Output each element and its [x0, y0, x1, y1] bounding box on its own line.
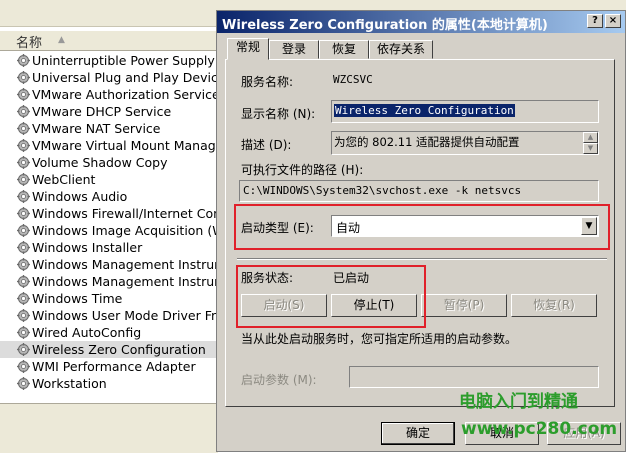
list-item[interactable]: Windows Installer [0, 239, 218, 256]
service-gear-icon [17, 156, 30, 169]
exec-path-label: 可执行文件的路径 (H): [241, 163, 364, 177]
watermark-url: www.pc280.com [461, 419, 618, 439]
list-item[interactable]: VMware Authorization Service [0, 86, 218, 103]
description-label: 描述 (D): [241, 138, 292, 152]
close-button[interactable]: × [605, 14, 621, 28]
startup-type-highlight [234, 204, 610, 250]
service-name: Windows Audio [32, 189, 128, 204]
start-params-label: 启动参数 (M): [241, 373, 317, 387]
list-item[interactable]: Wireless Zero Configuration [0, 341, 218, 358]
watermark-title: 电脑入门到精通 [459, 392, 578, 412]
service-name: Windows Time [32, 291, 123, 306]
service-name: Workstation [32, 376, 107, 391]
service-name: VMware NAT Service [32, 121, 161, 136]
service-gear-icon [17, 122, 30, 135]
service-name: Windows Management Instrumentation [32, 274, 218, 289]
list-item[interactable]: Windows Management Instrumentation [0, 273, 218, 290]
tab-general[interactable]: 常规 [227, 38, 269, 60]
service-gear-icon [17, 292, 30, 305]
list-bottom-area [0, 403, 218, 453]
service-gear-icon [17, 326, 30, 339]
sort-ascending-icon: ▲ [58, 35, 65, 45]
service-name: Volume Shadow Copy [32, 155, 168, 170]
service-gear-icon [17, 88, 30, 101]
service-gear-icon [17, 241, 30, 254]
start-params-input[interactable] [349, 366, 599, 388]
display-name-label: 显示名称 (N): [241, 107, 316, 121]
exec-path-field: C:\WINDOWS\System32\svchost.exe -k netsv… [239, 180, 599, 202]
list-item[interactable]: Windows Audio [0, 188, 218, 205]
list-item[interactable]: Uninterruptible Power Supply [0, 52, 218, 69]
list-item[interactable]: VMware NAT Service [0, 120, 218, 137]
list-item[interactable]: Windows Firewall/Internet Connection [0, 205, 218, 222]
list-item[interactable]: VMware DHCP Service [0, 103, 218, 120]
service-gear-icon [17, 275, 30, 288]
service-gear-icon [17, 190, 30, 203]
list-item[interactable]: Wired AutoConfig [0, 324, 218, 341]
service-gear-icon [17, 309, 30, 322]
list-item[interactable]: Volume Shadow Copy [0, 154, 218, 171]
service-name: Windows Installer [32, 240, 143, 255]
resume-button[interactable]: 恢复(R) [511, 294, 597, 317]
list-item[interactable]: Windows Management Instrumentation [0, 256, 218, 273]
tab-dependencies[interactable]: 依存关系 [369, 40, 433, 59]
pause-button[interactable]: 暂停(P) [421, 294, 507, 317]
ok-button[interactable]: 确定 [381, 422, 455, 445]
list-item[interactable]: Windows User Mode Driver Framework [0, 307, 218, 324]
service-name: Windows User Mode Driver Framework [32, 308, 218, 323]
list-item[interactable]: WebClient [0, 171, 218, 188]
start-params-hint: 当从此处启动服务时，您可指定所适用的启动参数。 [241, 332, 518, 346]
service-name: Windows Management Instrumentation [32, 257, 218, 272]
service-properties-dialog: Wireless Zero Configuration 的属性(本地计算机) ?… [216, 10, 626, 452]
service-name: VMware Authorization Service [32, 87, 218, 102]
service-name: WMI Performance Adapter [32, 359, 196, 374]
service-gear-icon [17, 54, 30, 67]
list-item[interactable]: VMware Virtual Mount Manager [0, 137, 218, 154]
service-gear-icon [17, 224, 30, 237]
service-gear-icon [17, 173, 30, 186]
name-column-header[interactable]: 名称 ▲ [0, 30, 222, 51]
service-gear-icon [17, 343, 30, 356]
service-gear-icon [17, 360, 30, 373]
dialog-title: Wireless Zero Configuration 的属性(本地计算机) [222, 18, 548, 33]
service-name: Windows Firewall/Internet Connection [32, 206, 218, 221]
service-gear-icon [17, 105, 30, 118]
display-name-field[interactable]: Wireless Zero Configuration [331, 100, 599, 123]
separator-line [237, 258, 607, 260]
tab-logon[interactable]: 登录 [269, 40, 319, 59]
service-gear-icon [17, 258, 30, 271]
service-gear-icon [17, 377, 30, 390]
service-name-label: 服务名称: [241, 75, 294, 89]
service-name: Wired AutoConfig [32, 325, 142, 340]
list-item[interactable]: Windows Time [0, 290, 218, 307]
service-gear-icon [17, 139, 30, 152]
dialog-titlebar[interactable]: Wireless Zero Configuration 的属性(本地计算机) ?… [217, 11, 625, 33]
list-item[interactable]: Universal Plug and Play Device Host [0, 69, 218, 86]
scroll-up-icon[interactable]: ▲ [583, 132, 598, 143]
list-item[interactable]: WMI Performance Adapter [0, 358, 218, 375]
scroll-down-icon[interactable]: ▼ [583, 143, 598, 154]
tab-recovery[interactable]: 恢复 [319, 40, 369, 59]
service-name: VMware DHCP Service [32, 104, 172, 119]
service-name-value: WZCSVC [333, 73, 373, 86]
name-column-label: 名称 [16, 36, 43, 51]
service-name: Uninterruptible Power Supply [32, 53, 215, 68]
service-name: Universal Plug and Play Device Host [32, 70, 218, 85]
description-field[interactable]: 为您的 802.11 适配器提供自动配置 ▲ ▼ [331, 131, 599, 155]
service-name: Wireless Zero Configuration [32, 342, 206, 357]
list-item[interactable]: Workstation [0, 375, 218, 392]
display-name-value: Wireless Zero Configuration [334, 104, 515, 117]
service-name: Windows Image Acquisition (WIA) [32, 223, 218, 238]
service-name: WebClient [32, 172, 96, 187]
service-name: VMware Virtual Mount Manager [32, 138, 218, 153]
help-button[interactable]: ? [587, 14, 603, 28]
service-gear-icon [17, 71, 30, 84]
list-item[interactable]: Windows Image Acquisition (WIA) [0, 222, 218, 239]
description-value: 为您的 802.11 适配器提供自动配置 [334, 135, 520, 149]
status-highlight [236, 265, 426, 328]
exec-path-value: C:\WINDOWS\System32\svchost.exe -k netsv… [243, 184, 522, 197]
service-gear-icon [17, 207, 30, 220]
